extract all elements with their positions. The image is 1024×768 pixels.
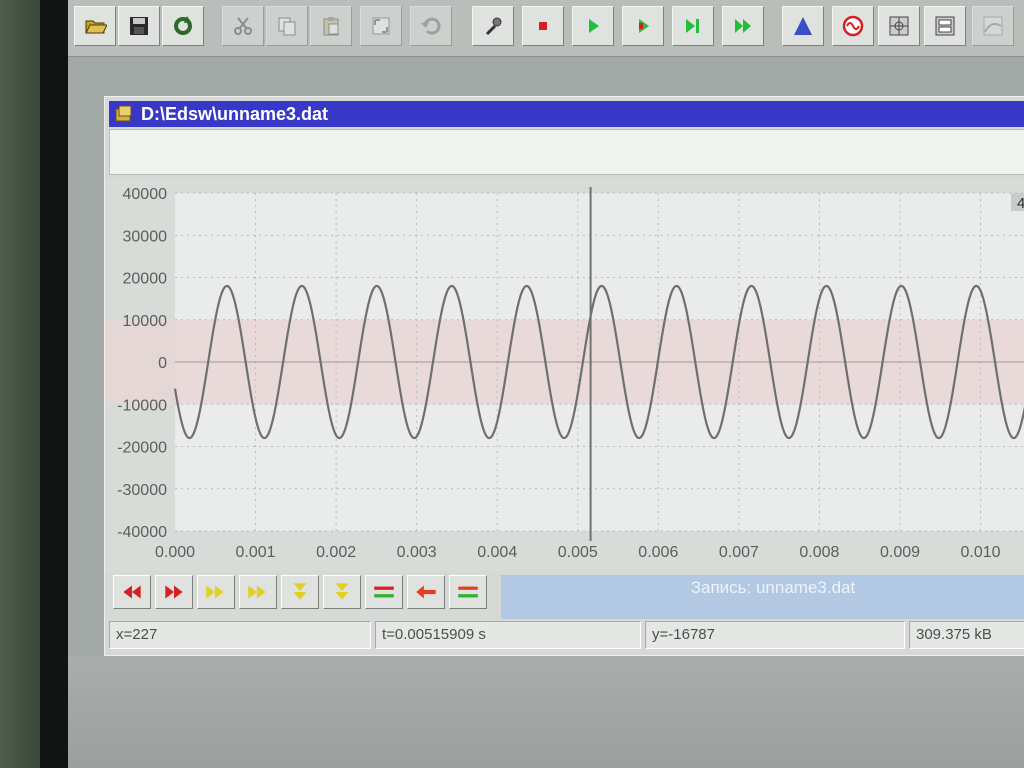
- grid-view-icon: [889, 16, 909, 36]
- paste-button[interactable]: [310, 6, 352, 46]
- sine-circle-icon: [842, 15, 864, 37]
- x-tick-label: 0.009: [880, 544, 920, 561]
- double-down-yellow-icon: [293, 583, 307, 600]
- fast-play-icon: [735, 19, 751, 33]
- step-forward-icon: [686, 19, 699, 33]
- channel-view-button[interactable]: [924, 6, 966, 46]
- spectrum-button[interactable]: [782, 6, 824, 46]
- y-tick-label: 30000: [123, 228, 168, 245]
- stop-icon: [539, 22, 547, 30]
- floppy-disk-icon: [130, 17, 148, 35]
- grid-view-button[interactable]: [878, 6, 920, 46]
- zoom-region-button[interactable]: [360, 6, 402, 46]
- zoom-out-x-button[interactable]: [197, 575, 235, 609]
- monitor-bezel-left: [0, 0, 40, 768]
- status-size-readout: 309.375 kB: [909, 621, 1024, 649]
- signal-plot[interactable]: 40000 30000 20000 10000 0 -10000 -20000 -30000 -…: [105, 179, 1024, 571]
- status-x-readout: x=227: [109, 621, 371, 649]
- x-tick-label: 0.001: [236, 544, 276, 561]
- left-arrow-red-icon: [416, 585, 436, 599]
- shift-left-button[interactable]: [365, 575, 403, 609]
- x-tick-label: 0.004: [477, 544, 517, 561]
- record-label-panel: Запись: unname3.dat: [501, 575, 1024, 619]
- probe-icon: [485, 17, 502, 36]
- copy-icon: [278, 17, 296, 36]
- x-tick-label: 0.000: [155, 544, 195, 561]
- y-tick-label: 40000: [123, 186, 168, 203]
- left-arrow-green-icon: [374, 586, 394, 598]
- cut-button[interactable]: [222, 6, 264, 46]
- record-label: Запись: unname3.dat: [690, 578, 856, 597]
- plot-corner-label: 44: [1017, 195, 1024, 212]
- step-button[interactable]: [672, 6, 714, 46]
- save-file-button[interactable]: [118, 6, 160, 46]
- channel-view-icon: [935, 16, 955, 36]
- y-tick-label: -40000: [117, 524, 167, 541]
- app-icon: [115, 105, 132, 122]
- x-tick-label: 0.006: [638, 544, 678, 561]
- navigation-bar: [113, 571, 497, 615]
- window-title: D:\Edsw\unname3.dat: [141, 104, 329, 124]
- shift-left-red-button[interactable]: [407, 575, 445, 609]
- y-tick-label: -20000: [117, 440, 167, 457]
- right-arrow-red-icon: [458, 586, 478, 598]
- fast-play-button[interactable]: [722, 6, 764, 46]
- y-tick-label: 20000: [123, 271, 168, 288]
- x-tick-label: 0.008: [799, 544, 839, 561]
- double-right-yellow-icon: [206, 585, 224, 599]
- x-tick-label: 0.003: [397, 544, 437, 561]
- zoom-out-y-button[interactable]: [281, 575, 319, 609]
- spectrum-icon: [794, 17, 812, 35]
- y-tick-label: -30000: [117, 482, 167, 499]
- signal-generator-button[interactable]: [832, 6, 874, 46]
- double-left-arrow-icon: [123, 585, 141, 599]
- y-tick-label: 10000: [123, 313, 168, 330]
- info-panel: [109, 129, 1024, 175]
- undo-button[interactable]: [410, 6, 452, 46]
- undo-icon: [421, 17, 441, 35]
- folder-open-icon: [85, 20, 107, 34]
- double-right-yellow-2-icon: [248, 585, 266, 599]
- paste-icon: [323, 17, 339, 36]
- play-record-icon: [639, 19, 649, 33]
- play-icon: [589, 19, 599, 33]
- double-right-arrow-icon: [165, 585, 183, 599]
- main-toolbar: [68, 0, 1024, 57]
- zoom-region-icon: [372, 17, 390, 35]
- scroll-end-button[interactable]: [155, 575, 193, 609]
- refresh-icon: [174, 16, 192, 35]
- y-tick-label: 0: [158, 355, 167, 372]
- curve-icon: [983, 16, 1003, 36]
- x-tick-label: 0.002: [316, 544, 356, 561]
- x-tick-label: 0.005: [558, 544, 598, 561]
- zoom-in-y-button[interactable]: [323, 575, 361, 609]
- desktop-background: [68, 656, 1024, 768]
- signal-window: D:\Edsw\unname3.dat 40000 30000 20000 10000…: [104, 96, 1024, 656]
- copy-button[interactable]: [266, 6, 308, 46]
- refresh-button[interactable]: [162, 6, 204, 46]
- shift-right-button[interactable]: [449, 575, 487, 609]
- monitor-bezel-edge: [40, 0, 68, 768]
- play-record-button[interactable]: [622, 6, 664, 46]
- play-button[interactable]: [572, 6, 614, 46]
- zoom-in-x-button[interactable]: [239, 575, 277, 609]
- curve-view-button[interactable]: [972, 6, 1014, 46]
- x-tick-label: 0.007: [719, 544, 759, 561]
- probe-button[interactable]: [472, 6, 514, 46]
- open-file-button[interactable]: [74, 6, 116, 46]
- status-t-readout: t=0.00515909 s: [375, 621, 641, 649]
- window-titlebar[interactable]: D:\Edsw\unname3.dat: [109, 101, 1024, 127]
- stop-button[interactable]: [522, 6, 564, 46]
- screen: D:\Edsw\unname3.dat 40000 30000 20000 10000…: [68, 0, 1024, 768]
- y-tick-label: -10000: [117, 397, 167, 414]
- status-y-readout: y=-16787: [645, 621, 905, 649]
- x-tick-label: 0.010: [961, 544, 1001, 561]
- double-down-yellow-2-icon: [335, 583, 349, 600]
- scissors-icon: [234, 17, 252, 35]
- scroll-start-button[interactable]: [113, 575, 151, 609]
